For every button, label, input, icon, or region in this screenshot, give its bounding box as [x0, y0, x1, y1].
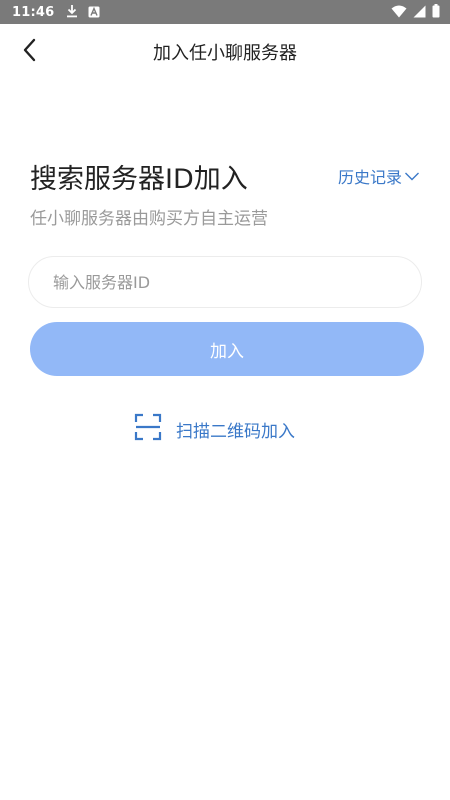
page-title: 加入任小聊服务器 [153, 43, 297, 64]
chevron-left-icon [22, 38, 38, 66]
qr-scan-icon [134, 413, 162, 445]
battery-icon [432, 3, 440, 22]
status-left-icons [66, 3, 100, 22]
text-a-icon [88, 3, 100, 22]
scan-qr-label: 扫描二维码加入 [176, 421, 295, 442]
status-right-icons [391, 3, 440, 22]
heading-row: 搜索服务器ID加入 历史记录 [30, 156, 420, 196]
back-button[interactable] [14, 36, 46, 68]
status-time: 11:46 [12, 4, 55, 20]
nav-bar: 加入任小聊服务器 [0, 24, 450, 80]
server-id-input[interactable] [28, 256, 422, 308]
search-heading: 搜索服务器ID加入 [30, 163, 248, 195]
subtitle: 任小聊服务器由购买方自主运营 [30, 209, 268, 229]
history-label: 历史记录 [337, 168, 402, 187]
scan-qr-button[interactable]: 扫描二维码加入 [134, 413, 295, 445]
join-button[interactable]: 加入 [30, 322, 424, 376]
chevron-down-icon [404, 167, 420, 186]
download-icon [66, 3, 78, 22]
history-button[interactable]: 历史记录 [338, 164, 420, 188]
status-bar: 11:46 [0, 0, 450, 24]
wifi-icon [391, 3, 407, 22]
signal-icon [413, 3, 426, 22]
